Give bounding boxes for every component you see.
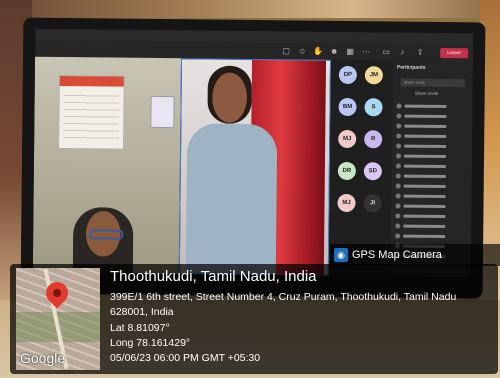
speaker-body [185, 123, 278, 275]
participant-name [404, 124, 447, 129]
window-title [35, 30, 473, 35]
latitude: Lat 8.81097° [110, 322, 170, 334]
participant-row[interactable] [395, 192, 468, 200]
participant-avatar[interactable]: DP [338, 65, 357, 85]
participant-row[interactable] [396, 113, 468, 121]
participant-rows [393, 60, 473, 259]
gps-info-panel: Google Thoothukudi, Tamil Nadu, India 39… [10, 264, 498, 374]
chat-icon[interactable]: ▢ [281, 46, 291, 56]
invite-input[interactable]: Share invite [400, 78, 465, 88]
participant-glasses [89, 229, 124, 240]
participant-avatar[interactable]: R [364, 130, 383, 149]
participants-title: Participants [396, 64, 426, 71]
participant-row[interactable] [395, 222, 467, 230]
participant-avatar[interactable]: MJ [338, 129, 357, 149]
participant-avatar[interactable]: MJ [337, 193, 356, 213]
avatar [395, 233, 401, 239]
avatar [395, 223, 401, 229]
participant-name [403, 204, 446, 209]
participant-row[interactable] [395, 232, 467, 240]
avatar [396, 133, 402, 139]
room-background-top [0, 0, 500, 18]
participant-name [404, 114, 447, 119]
share-invite-link[interactable]: Share invite [415, 91, 439, 96]
avatar [395, 173, 401, 179]
calendar-grid [63, 90, 120, 145]
calendar-header [59, 75, 124, 87]
more-icon[interactable]: ⋯ [361, 47, 371, 57]
share-screen-icon[interactable]: ⇪ [415, 48, 425, 58]
participant-row[interactable] [395, 202, 467, 210]
participant-name [403, 164, 446, 169]
location-title: Thoothukudi, Tamil Nadu, India [110, 268, 317, 285]
mic-icon[interactable]: ♪ [397, 48, 407, 58]
participant-name [404, 134, 447, 139]
participant-name [404, 104, 447, 109]
participant-row[interactable] [396, 122, 468, 130]
gps-camera-badge: ◉ GPS Map Camera [330, 244, 500, 266]
reactions-icon[interactable]: ☻ [329, 47, 339, 57]
avatar [396, 123, 402, 129]
participant-name [403, 174, 446, 179]
participant-avatar[interactable]: BM [338, 97, 357, 117]
participant-row[interactable] [395, 212, 467, 220]
avatar [395, 163, 401, 169]
avatar [396, 103, 402, 109]
participant-avatar[interactable]: DR [337, 161, 356, 181]
participant-name [403, 224, 446, 229]
wall-notice [150, 95, 175, 129]
timestamp: 05/06/23 06:00 PM GMT +05:30 [110, 352, 261, 364]
avatar [396, 143, 402, 149]
leave-button[interactable]: Leave [440, 47, 469, 59]
gps-camera-label: GPS Map Camera [352, 249, 442, 261]
participant-name [404, 144, 447, 149]
location-map: Google [16, 268, 100, 370]
camera-icon: ◉ [334, 248, 348, 262]
avatar [395, 193, 401, 199]
participant-name [403, 184, 446, 189]
people-icon[interactable]: ☺ [297, 46, 307, 56]
active-speaker-video [178, 58, 332, 276]
participant-row[interactable] [395, 162, 468, 170]
google-logo: Google [20, 350, 66, 366]
participant-row[interactable] [396, 103, 469, 111]
avatar [395, 183, 401, 189]
speaker-head [207, 65, 252, 124]
participant-row[interactable] [395, 182, 468, 190]
longitude: Long 78.161429° [110, 337, 191, 349]
camera-icon[interactable]: ▭ [381, 47, 391, 57]
avatar [396, 153, 402, 159]
participant-name [403, 214, 446, 219]
participant-row[interactable] [396, 142, 468, 150]
participant-row[interactable] [396, 152, 468, 160]
wall-calendar [58, 74, 125, 150]
avatar [396, 113, 402, 119]
participant-name [403, 234, 446, 239]
avatar [395, 213, 401, 219]
participant-avatar[interactable]: S [364, 98, 383, 117]
location-address: 399E/1 6th street, Street Number 4, Cruz… [110, 291, 457, 318]
participant-row[interactable] [396, 132, 468, 140]
participant-avatar[interactable]: JM [364, 66, 383, 85]
participant-avatar[interactable]: SD [363, 162, 382, 181]
raise-hand-icon[interactable]: ✋ [313, 47, 323, 57]
avatar [395, 203, 401, 209]
participant-avatar[interactable]: JI [363, 194, 382, 213]
participant-video-left [32, 56, 182, 275]
laptop-screen: ▢ ☺ ✋ ☻ ▦ ⋯ ▭ ♪ ⇪ Leave DP JM BM S MJ R … [32, 28, 474, 278]
participant-name [403, 194, 446, 199]
participant-name [404, 154, 447, 159]
participant-row[interactable] [395, 172, 468, 180]
view-icon[interactable]: ▦ [345, 47, 355, 57]
